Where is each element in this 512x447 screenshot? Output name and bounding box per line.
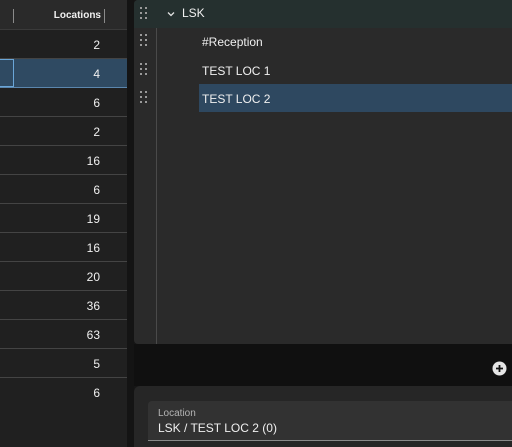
locations-count: 2 [93, 38, 100, 52]
locations-count: 36 [86, 299, 100, 313]
location-field-label: Location [158, 408, 196, 419]
table-row[interactable]: 19 [0, 204, 127, 233]
locations-count: 16 [86, 154, 100, 168]
locations-count: 6 [93, 386, 100, 400]
table-row[interactable]: 2 [0, 30, 127, 59]
locations-count: 20 [86, 270, 100, 284]
locations-count: 6 [93, 183, 100, 197]
tree-node-reception[interactable]: #Reception [134, 27, 512, 55]
locations-count: 5 [93, 357, 100, 371]
table-row[interactable]: 36 [0, 291, 127, 320]
add-circle-icon[interactable] [492, 361, 507, 376]
tree-node-label: TEST LOC 2 [202, 92, 271, 106]
cell-focus-outline [0, 59, 14, 87]
table-header: Locations [0, 0, 127, 30]
table-row[interactable]: 63 [0, 320, 127, 349]
tree-node-lsk[interactable]: LSK [134, 0, 512, 28]
location-details-panel: Location LSK / TEST LOC 2 (0) [134, 386, 512, 447]
location-tree: LSK #Reception TEST LOC 1 TEST LOC 2 [134, 0, 512, 344]
tree-toolbar [134, 344, 512, 386]
location-field[interactable]: Location LSK / TEST LOC 2 (0) [148, 401, 512, 441]
locations-count: 6 [93, 96, 100, 110]
table-row[interactable]: 2 [0, 117, 127, 146]
column-header-locations[interactable]: Locations [54, 10, 101, 21]
table-row[interactable]: 20 [0, 262, 127, 291]
locations-count: 63 [86, 328, 100, 342]
drag-handle-icon[interactable] [140, 91, 148, 103]
locations-count: 4 [93, 67, 100, 81]
locations-table: Locations 2 4 6 2 16 6 19 16 20 36 63 5 … [0, 0, 127, 447]
table-row[interactable]: 6 [0, 175, 127, 204]
table-row[interactable]: 16 [0, 146, 127, 175]
table-row-selected[interactable]: 4 [0, 59, 127, 88]
drag-handle-icon[interactable] [140, 7, 148, 19]
table-row[interactable]: 16 [0, 233, 127, 262]
tree-node-test-loc-1[interactable]: TEST LOC 1 [134, 56, 512, 84]
tree-node-test-loc-2[interactable]: TEST LOC 2 [134, 84, 512, 112]
table-row[interactable]: 6 [0, 88, 127, 117]
locations-count: 16 [86, 241, 100, 255]
tree-node-label: TEST LOC 1 [202, 64, 271, 78]
tree-node-label: LSK [182, 6, 205, 20]
column-resizer[interactable] [104, 9, 105, 23]
table-row[interactable]: 5 [0, 349, 127, 378]
locations-count: 2 [93, 125, 100, 139]
tree-node-label: #Reception [202, 35, 263, 49]
chevron-down-icon[interactable] [166, 6, 176, 17]
drag-handle-icon[interactable] [140, 34, 148, 46]
table-row[interactable]: 6 [0, 378, 127, 407]
drag-handle-icon[interactable] [140, 63, 148, 75]
location-field-value: LSK / TEST LOC 2 (0) [158, 421, 277, 435]
panel-gap [127, 0, 134, 447]
column-resizer[interactable] [13, 9, 14, 23]
locations-count: 19 [86, 212, 100, 226]
